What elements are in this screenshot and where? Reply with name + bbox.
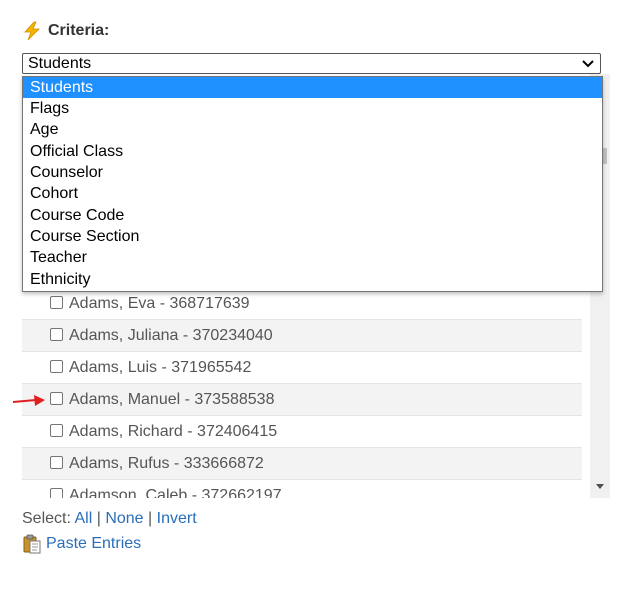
paste-entries[interactable]: Paste Entries [22,534,141,554]
option-counselor[interactable]: Counselor [23,162,602,183]
criteria-label: Criteria: [48,22,110,39]
option-official-class[interactable]: Official Class [23,141,602,162]
option-students[interactable]: Students [23,77,602,98]
student-checkbox[interactable] [50,424,63,437]
select-links: Select: All | None | Invert [22,510,197,528]
lightning-icon [24,21,40,41]
option-course-section[interactable]: Course Section [23,226,602,247]
student-label: Adams, Rufus - 333666872 [69,455,264,472]
student-checkbox[interactable] [50,488,63,498]
select-all-link[interactable]: All [74,510,92,527]
option-flags[interactable]: Flags [23,98,602,119]
student-checkbox[interactable] [50,328,63,341]
student-checkbox[interactable] [50,392,63,405]
student-label: Adams, Manuel - 373588538 [69,391,275,408]
student-label: Adams, Richard - 372406415 [69,423,278,440]
clipboard-icon [23,534,41,554]
student-label: Adams, Eva - 368717639 [69,295,250,312]
option-teacher[interactable]: Teacher [23,247,602,268]
select-none-link[interactable]: None [105,510,143,527]
student-label: Adamson, Caleb - 372662197 [69,487,282,498]
option-ethnicity[interactable]: Ethnicity [23,269,602,290]
list-item: Adams, Eva - 368717639 [22,288,582,320]
criteria-header: Criteria: [22,20,109,42]
criteria-select-value: Students [28,55,92,72]
option-course-code[interactable]: Course Code [23,205,602,226]
list-item: Adams, Rufus - 333666872 [22,448,582,480]
list-item: Adams, Richard - 372406415 [22,416,582,448]
student-checkbox[interactable] [50,456,63,469]
scroll-down-icon[interactable] [596,484,604,489]
chevron-down-icon [582,60,594,68]
student-label: Adams, Juliana - 370234040 [69,327,273,344]
criteria-select[interactable]: Students [22,53,601,74]
separator: | [148,510,153,527]
student-label: Adams, Luis - 371965542 [69,359,252,376]
separator: | [96,510,101,527]
student-checkbox[interactable] [50,360,63,373]
paste-entries-link[interactable]: Paste Entries [46,535,141,553]
student-checkbox[interactable] [50,296,63,309]
list-item: Adams, Manuel - 373588538 [22,384,582,416]
select-invert-link[interactable]: Invert [157,510,197,527]
select-prefix: Select: [22,510,71,527]
pointer-arrow-icon [12,395,45,406]
option-cohort[interactable]: Cohort [23,183,602,204]
list-item: Adamson, Caleb - 372662197 [22,480,582,498]
list-item: Adams, Juliana - 370234040 [22,320,582,352]
option-age[interactable]: Age [23,119,602,140]
list-item: Adams, Luis - 371965542 [22,352,582,384]
criteria-dropdown: Students Flags Age Official Class Counse… [22,76,603,292]
